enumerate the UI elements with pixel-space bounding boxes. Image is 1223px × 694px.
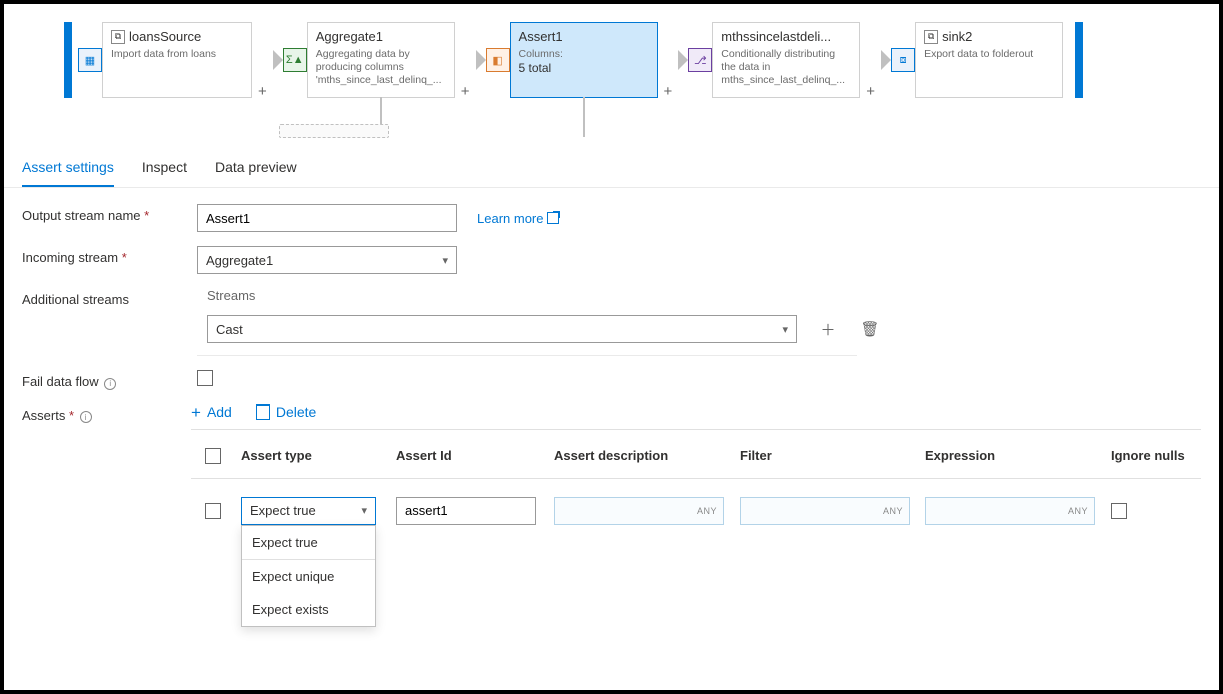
tab-data-preview[interactable]: Data preview	[215, 155, 297, 187]
streams-header: Streams	[207, 288, 1201, 303]
sink-icon: ⧈	[891, 48, 915, 72]
open-external-icon	[547, 212, 559, 224]
filter-input[interactable]: ANY	[740, 497, 910, 525]
chevron-down-icon: ▾	[442, 254, 448, 267]
col-filter: Filter	[740, 448, 925, 463]
dropdown-option-expect-unique[interactable]: Expect unique	[242, 560, 375, 593]
col-assert-description: Assert description	[554, 448, 740, 463]
chevron-down-icon: ▾	[782, 323, 788, 336]
flow-node-split[interactable]: mthssincelastdeli... Conditionally distr…	[712, 22, 860, 98]
dropdown-option-expect-exists[interactable]: Expect exists	[242, 593, 375, 626]
table-row: Expect true ▾ ANY ANY ANY Expect true Ex…	[191, 479, 1201, 525]
flow-arrow	[273, 22, 283, 98]
additional-stream-select[interactable]: Cast ▾	[207, 315, 797, 343]
output-stream-input[interactable]	[197, 204, 457, 232]
add-node-button[interactable]: +	[258, 83, 267, 100]
add-stream-button[interactable]: ＋	[817, 318, 839, 340]
assert-settings-form: Output stream name * Learn more Incoming…	[4, 188, 1219, 525]
node-title: sink2	[942, 29, 972, 44]
file-icon: ⧉	[111, 30, 125, 44]
col-expression: Expression	[925, 448, 1111, 463]
additional-stream-value: Cast	[216, 322, 243, 337]
node-subtitle: Conditionally distributing the data in m…	[721, 48, 851, 87]
assert-description-input[interactable]: ANY	[554, 497, 724, 525]
assert-type-dropdown: Expect true Expect unique Expect exists	[241, 525, 376, 627]
info-icon[interactable]: i	[80, 411, 92, 423]
delete-stream-button[interactable]: 🗑	[859, 318, 881, 340]
tab-inspect[interactable]: Inspect	[142, 155, 187, 187]
node-sub-value: 5 total	[519, 61, 552, 75]
flow-node-loanssource[interactable]: ⧉ loansSource Import data from loans	[102, 22, 252, 98]
assert-id-input[interactable]	[396, 497, 536, 525]
add-assert-button[interactable]: +Add	[191, 404, 232, 421]
flow-node-assert[interactable]: Assert1 Columns: 5 total	[510, 22, 658, 98]
fail-data-flow-label: Fail data flow i	[22, 370, 197, 390]
canvas-gripper-left[interactable]	[64, 22, 72, 98]
trash-icon	[256, 404, 270, 420]
assert-type-select[interactable]: Expect true ▾	[241, 497, 376, 525]
flow-arrow	[678, 22, 688, 98]
plus-icon: +	[191, 404, 201, 421]
ignore-nulls-checkbox[interactable]	[1111, 503, 1127, 519]
canvas-gripper-right[interactable]	[1075, 22, 1083, 98]
flow-arrow	[881, 22, 891, 98]
add-node-button[interactable]: +	[461, 83, 470, 100]
table-header-row: Assert type Assert Id Assert description…	[191, 448, 1201, 479]
sigma-icon: Σ▲	[283, 48, 307, 72]
tab-bar: Assert settings Inspect Data preview	[4, 144, 1219, 188]
row-checkbox[interactable]	[205, 503, 221, 519]
ghost-add-node[interactable]	[279, 124, 389, 138]
chevron-down-icon: ▾	[361, 504, 367, 517]
col-assert-id: Assert Id	[396, 448, 554, 463]
output-stream-label: Output stream name *	[22, 204, 197, 223]
flow-arrow	[476, 22, 486, 98]
dropdown-option-expect-true[interactable]: Expect true	[242, 526, 375, 560]
incoming-stream-value: Aggregate1	[206, 253, 273, 268]
node-sub-label: Columns:	[519, 48, 649, 61]
info-icon[interactable]: i	[104, 378, 116, 390]
assert-type-value: Expect true	[250, 503, 316, 518]
incoming-stream-label: Incoming stream *	[22, 246, 197, 265]
col-ignore-nulls: Ignore nulls	[1111, 448, 1201, 463]
tab-assert-settings[interactable]: Assert settings	[22, 155, 114, 187]
node-title: loansSource	[129, 29, 201, 44]
select-all-checkbox[interactable]	[205, 448, 221, 464]
split-icon: ⎇	[688, 48, 712, 72]
file-icon: ⧉	[924, 30, 938, 44]
add-node-button[interactable]: +	[664, 83, 673, 100]
node-subtitle: Import data from loans	[111, 48, 243, 61]
flow-node-aggregate[interactable]: Aggregate1 Aggregating data by producing…	[307, 22, 455, 98]
flow-node-sink[interactable]: ⧉ sink2 Export data to folderout	[915, 22, 1063, 98]
learn-more-link[interactable]: Learn more	[477, 211, 559, 226]
node-subtitle: Aggregating data by producing columns 'm…	[316, 48, 446, 87]
additional-streams-label: Additional streams	[22, 288, 197, 307]
asserts-table: Assert type Assert Id Assert description…	[191, 448, 1201, 525]
incoming-stream-select[interactable]: Aggregate1 ▾	[197, 246, 457, 274]
delete-assert-button[interactable]: Delete	[256, 404, 316, 420]
node-title: Assert1	[519, 29, 563, 44]
fail-data-flow-checkbox[interactable]	[197, 370, 213, 386]
node-title: mthssincelastdeli...	[721, 29, 831, 44]
node-subtitle: Export data to folderout	[924, 48, 1054, 61]
expression-input[interactable]: ANY	[925, 497, 1095, 525]
asserts-label: Asserts * i	[22, 404, 191, 424]
dataset-icon: ▦	[78, 48, 102, 72]
assert-icon: ◧	[486, 48, 510, 72]
col-assert-type: Assert type	[241, 448, 396, 463]
flow-canvas[interactable]: ▦ ⧉loansSource Import data from loans + …	[4, 4, 1219, 136]
add-node-button[interactable]: +	[866, 83, 875, 100]
node-title: Aggregate1	[316, 29, 383, 44]
